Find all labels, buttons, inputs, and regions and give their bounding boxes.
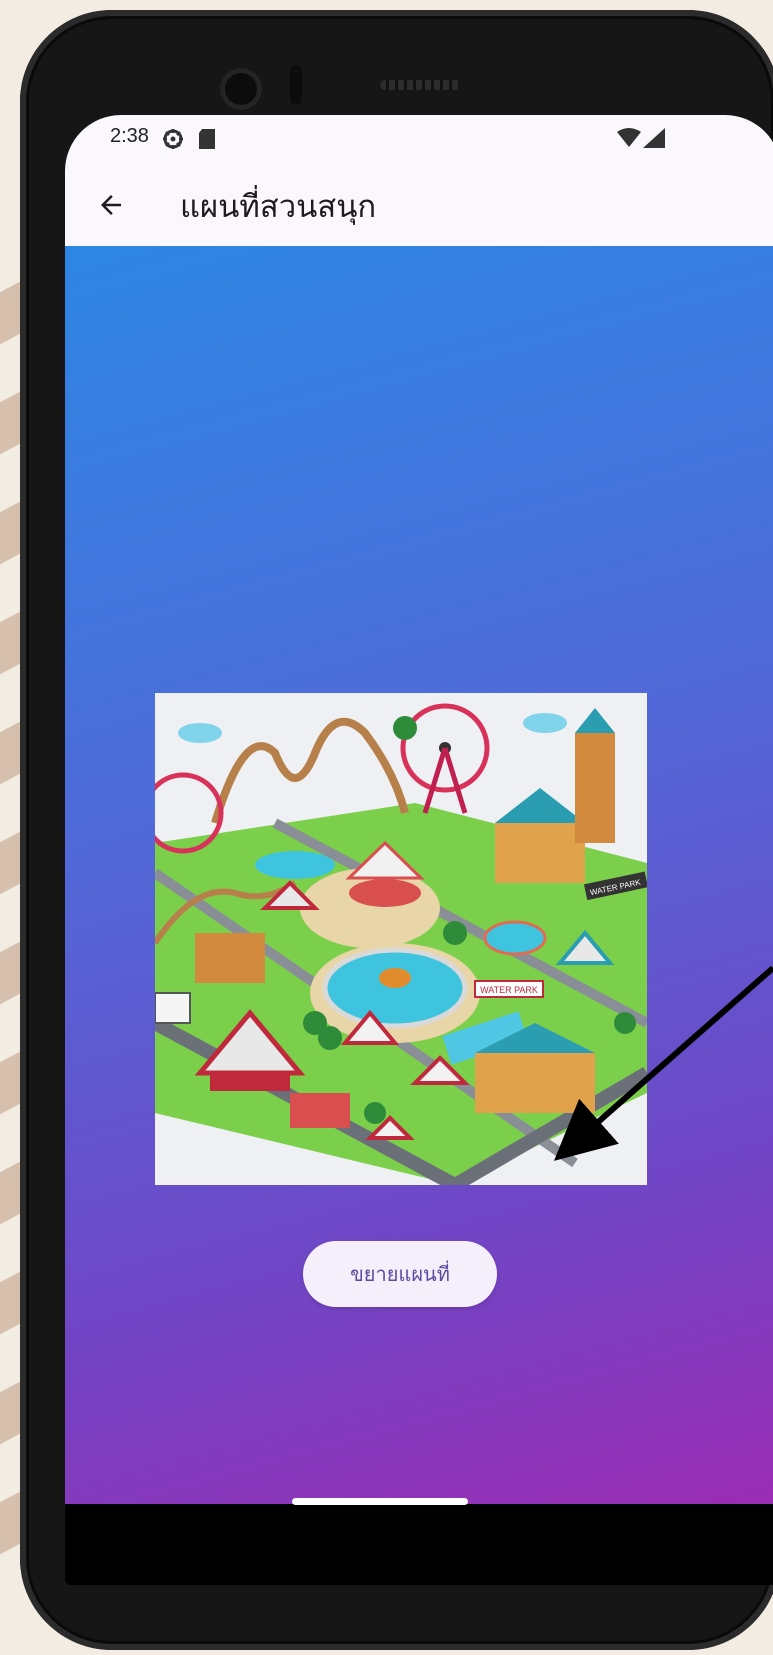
- expand-map-button[interactable]: ขยายแผนที่: [303, 1241, 497, 1307]
- sd-card-icon: [198, 128, 216, 154]
- navigation-bar: [65, 1504, 773, 1585]
- amusement-park-map-image: WATER PARK WATER PARK: [155, 693, 647, 1185]
- screen: 2:38 แผนที่สวนสนุก WATER PARK WATER PARK…: [65, 115, 773, 1585]
- wifi-icon: [617, 128, 641, 152]
- page-title: แผนที่สวนสนุก: [180, 189, 377, 224]
- water-park-sign: WATER PARK: [480, 985, 538, 995]
- back-button[interactable]: [87, 181, 135, 229]
- map-page-content: WATER PARK WATER PARK ขยายแผนที่: [65, 246, 773, 1504]
- settings-gear-icon: [161, 127, 185, 155]
- proximity-sensor: [290, 65, 302, 105]
- cellular-signal-icon: [643, 128, 665, 152]
- earpiece-speaker: [380, 80, 460, 90]
- arrow-back-icon: [101, 195, 121, 215]
- app-bar: แผนที่สวนสนุก: [65, 163, 773, 246]
- front-camera: [220, 68, 262, 110]
- status-bar: 2:38: [65, 115, 773, 163]
- phone-frame: 2:38 แผนที่สวนสนุก WATER PARK WATER PARK…: [20, 10, 773, 1650]
- status-time: 2:38: [110, 125, 149, 147]
- home-gesture-handle[interactable]: [292, 1498, 468, 1505]
